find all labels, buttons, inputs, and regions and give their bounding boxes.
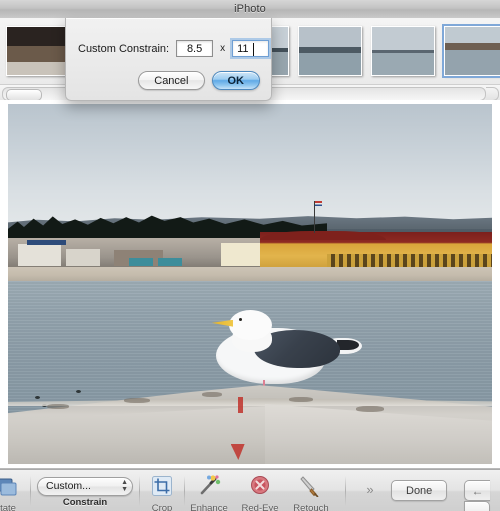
retouch-label: Retouch	[286, 503, 336, 511]
cancel-button[interactable]: Cancel	[138, 71, 204, 90]
seagull-beak	[212, 320, 234, 327]
building-blue-roof	[27, 240, 66, 245]
retouch-button[interactable]: Retouch	[286, 475, 336, 511]
retouch-brush-icon	[299, 484, 323, 501]
red-eye-icon	[249, 484, 271, 501]
thumb-sea	[299, 53, 361, 75]
dialog-title: Custom Constrain:	[78, 43, 169, 55]
constrain-width-input[interactable]: 8.5	[176, 40, 213, 57]
sky-region	[8, 104, 492, 229]
constrain-dropdown[interactable]: Custom... ▲▼	[37, 477, 133, 496]
thumb-land	[7, 46, 69, 61]
bird-on-water-1	[76, 390, 81, 393]
constrain-height-value: 11	[237, 43, 248, 55]
crop-icon	[151, 484, 173, 501]
usa-flag	[315, 201, 322, 206]
chevron-updown-icon: ▲▼	[121, 479, 128, 493]
beach-region	[8, 267, 492, 282]
wall-stain-1	[47, 404, 69, 409]
iphoto-window: iPhoto	[0, 0, 500, 511]
wall-stain-5	[356, 406, 384, 412]
list-item[interactable]	[298, 26, 362, 76]
enhance-button[interactable]: Enhance	[186, 475, 232, 511]
navigation-buttons: ←→	[454, 480, 500, 511]
dumpster-teal-1	[129, 258, 153, 266]
toolbar-divider-4	[345, 476, 346, 506]
scrollbar-end-cap[interactable]	[486, 87, 499, 101]
magic-wand-icon	[197, 484, 221, 501]
text-caret	[253, 43, 254, 56]
ok-button[interactable]: OK	[212, 71, 261, 90]
seagull-tail-tip	[337, 340, 359, 350]
rotate-button[interactable]: tate	[0, 475, 30, 511]
toolbar-divider-1	[30, 476, 31, 506]
overflow-button[interactable]: »	[360, 481, 380, 499]
thumb-sea	[372, 53, 434, 75]
dimension-separator: x	[220, 43, 225, 54]
photo-image[interactable]	[8, 104, 492, 464]
constrain-group: Custom... ▲▼ Constrain	[36, 476, 134, 508]
double-chevron-right-icon: »	[366, 482, 373, 497]
casino-roof	[260, 231, 386, 240]
custom-constrain-dialog: Custom Constrain: 8.5 x 11 Cancel OK	[65, 18, 272, 101]
done-button-wrap: Done	[391, 480, 447, 501]
constrain-height-input[interactable]: 11	[232, 40, 269, 57]
wall-stain-4	[289, 397, 313, 402]
edit-toolbar: tate Custom... ▲▼ Constrain Crop	[0, 469, 500, 511]
next-photo-button[interactable]: →	[464, 501, 490, 511]
crop-button[interactable]: Crop	[143, 475, 181, 511]
crop-label: Crop	[143, 503, 181, 511]
list-item-selected[interactable]	[444, 26, 500, 76]
seagull-eye	[239, 318, 242, 321]
photo-canvas[interactable]	[0, 100, 500, 469]
bird-on-water-2	[35, 396, 40, 399]
wall-stain-3	[202, 392, 222, 397]
dialog-input-row: Custom Constrain: 8.5 x 11	[78, 40, 269, 57]
red-paint-smear-1	[238, 397, 243, 413]
list-item[interactable]	[6, 26, 70, 76]
dialog-buttons: Cancel OK	[138, 71, 260, 90]
toolbar-divider-2	[139, 476, 140, 506]
thumb-sky	[7, 27, 69, 46]
constrain-label: Constrain	[36, 497, 134, 508]
seagull-head	[229, 310, 272, 340]
thumb-sea	[445, 50, 500, 75]
building-cream	[221, 243, 265, 266]
thumb-land	[445, 43, 500, 50]
redeye-button[interactable]: Red-Eye	[234, 475, 286, 511]
done-button[interactable]: Done	[391, 480, 447, 501]
enhance-label: Enhance	[186, 503, 232, 511]
toolbar-divider-3	[184, 476, 185, 506]
thumb-sky	[445, 27, 500, 43]
rotate-label: tate	[0, 503, 30, 511]
building-white-1	[18, 244, 62, 266]
redeye-label: Red-Eye	[234, 503, 286, 511]
rotate-icon	[0, 484, 21, 501]
thumb-sky	[372, 27, 434, 50]
page-title: iPhoto	[234, 3, 266, 15]
dumpster-teal-2	[158, 258, 182, 266]
previous-photo-button[interactable]: ←	[464, 480, 490, 501]
thumb-sea	[7, 62, 69, 75]
building-white-2	[66, 249, 100, 266]
window-titlebar: iPhoto	[0, 0, 500, 19]
wall-stain-2	[124, 398, 150, 403]
constrain-value: Custom...	[46, 480, 91, 492]
list-item[interactable]	[371, 26, 435, 76]
thumb-sky	[299, 27, 361, 47]
